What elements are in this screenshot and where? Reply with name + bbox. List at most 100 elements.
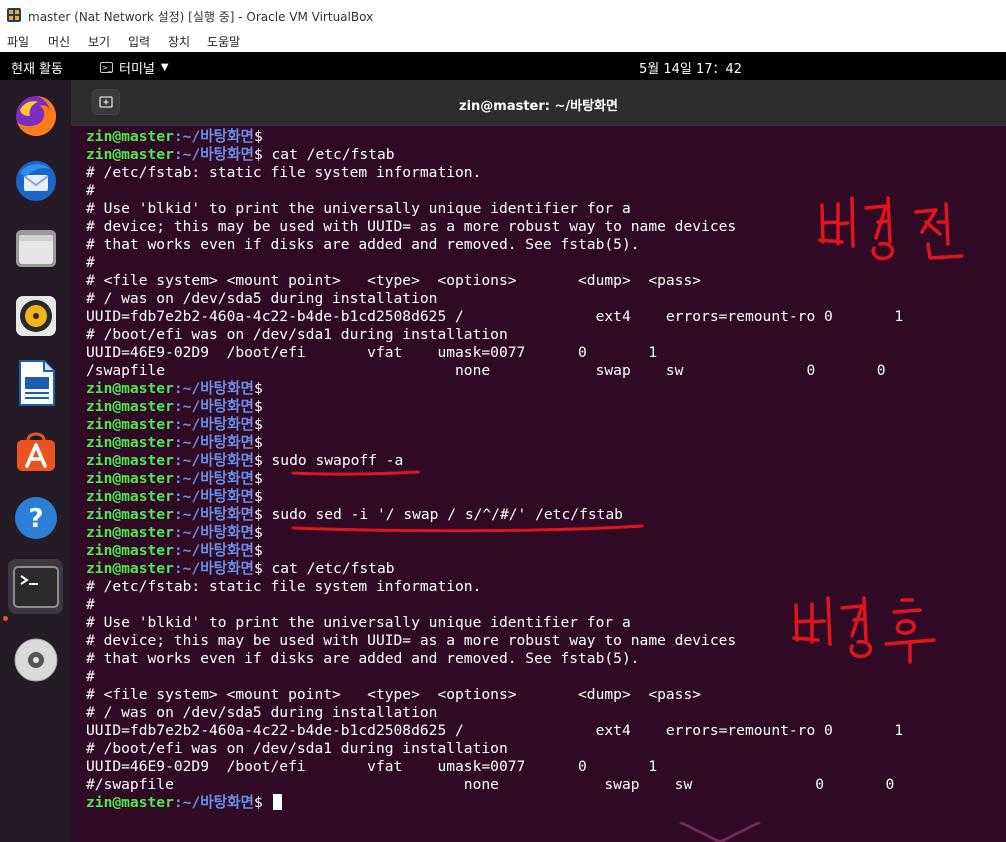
prompt-user: zin@master: [86, 488, 174, 505]
command-text: $: [253, 398, 263, 415]
output-text: # /etc/fstab: static file system informa…: [86, 164, 482, 181]
thunderbird-icon: [15, 160, 56, 201]
command-text: $ cat /etc/fstab: [253, 560, 395, 577]
menu-help[interactable]: 도움말: [207, 33, 240, 50]
output-line: # Use 'blkid' to print the universally u…: [86, 614, 631, 632]
dock-thunderbird[interactable]: [8, 153, 63, 208]
prompt-line: zin@master:~/바탕화면$: [86, 380, 263, 398]
menu-devices[interactable]: 장치: [168, 33, 190, 50]
svg-text:?: ?: [28, 504, 43, 534]
prompt-line: zin@master:~/바탕화면$ sudo swapoff -a: [86, 452, 403, 470]
dock-software[interactable]: [8, 423, 63, 478]
command-text: $: [253, 380, 263, 397]
terminal-icon: [12, 565, 59, 608]
command-text: $: [253, 434, 263, 451]
menu-input[interactable]: 입력: [128, 33, 150, 50]
output-text: UUID=46E9-02D9 /boot/efi vfat umask=0077…: [86, 344, 658, 361]
dvd-icon: [14, 638, 57, 681]
prompt-path: :~/바탕화면: [173, 488, 254, 505]
dock-firefox[interactable]: [8, 88, 63, 143]
output-line: UUID=fdb7e2b2-460a-4c22-b4de-b1cd2508d62…: [86, 308, 903, 326]
software-center-icon: [16, 432, 55, 471]
dock-dvd[interactable]: [8, 632, 63, 687]
output-line: # /etc/fstab: static file system informa…: [86, 578, 481, 596]
prompt-path: :~/바탕화면: [173, 434, 254, 451]
output-line: # /boot/efi was on /dev/sda1 during inst…: [86, 326, 508, 344]
output-line: #: [86, 596, 95, 614]
libreoffice-writer-icon: [18, 359, 55, 406]
output-line: # that works even if disks are added and…: [86, 650, 640, 668]
output-line: # that works even if disks are added and…: [86, 236, 640, 254]
wallpaper-shape: [679, 822, 761, 842]
output-line: # <file system> <mount point> <type> <op…: [86, 686, 701, 704]
prompt-user: zin@master: [86, 398, 174, 415]
menu-machine[interactable]: 머신: [48, 33, 70, 50]
prompt-path: :~/바탕화면: [173, 560, 254, 577]
prompt-path: :~/바탕화면: [173, 794, 254, 811]
output-line: UUID=fdb7e2b2-460a-4c22-b4de-b1cd2508d62…: [86, 722, 903, 740]
prompt-path: :~/바탕화면: [173, 416, 254, 433]
output-line: # /etc/fstab: static file system informa…: [86, 164, 481, 182]
output-text: # /boot/efi was on /dev/sda1 during inst…: [86, 326, 508, 343]
prompt-path: :~/바탕화면: [173, 524, 254, 541]
terminal-body[interactable]: zin@master:~/바탕화면$ zin@master:~/바탕화면$ cat…: [71, 126, 1006, 842]
prompt-line: zin@master:~/바탕화면$: [86, 398, 263, 416]
prompt-user: zin@master: [86, 542, 174, 559]
output-text: /swapfile none swap sw 0 0: [86, 362, 886, 379]
dock-files[interactable]: [8, 220, 63, 275]
menu-file[interactable]: 파일: [7, 33, 29, 50]
running-indicator: [3, 616, 8, 621]
prompt-user: zin@master: [86, 560, 174, 577]
dock-rhythmbox[interactable]: [8, 288, 63, 343]
dock-help[interactable]: ?: [8, 490, 63, 545]
command-text: $: [253, 488, 263, 505]
prompt-line: zin@master:~/바탕화면$ cat /etc/fstab: [86, 560, 395, 578]
prompt-path: :~/바탕화면: [173, 146, 254, 163]
command-text: $: [253, 470, 263, 487]
terminal-title: zin@master: ~/바탕화면: [459, 99, 618, 114]
prompt-line: zin@master:~/바탕화면$: [86, 434, 263, 452]
prompt-user: zin@master: [86, 452, 174, 469]
terminal-window: zin@master: ~/바탕화면 zin@master:~/바탕화면$ zin…: [71, 80, 1006, 842]
help-icon: ?: [14, 496, 57, 539]
output-line: #: [86, 182, 95, 200]
prompt-line: zin@master:~/바탕화면$: [86, 542, 263, 560]
guest-screen: 현재 활동 >_ 터미널 ▼ 5월 14일 17：42 ? zin@master…: [0, 52, 1006, 842]
output-text: # that works even if disks are added and…: [86, 236, 640, 253]
terminal-headerbar: zin@master: ~/바탕화면: [71, 80, 1006, 126]
command-text: $ sudo swapoff -a: [253, 452, 404, 469]
prompt-user: zin@master: [86, 416, 174, 433]
command-text: $: [253, 542, 263, 559]
output-text: #: [86, 596, 95, 613]
dock-terminal[interactable]: [8, 559, 63, 614]
clock[interactable]: 5월 14일 17：42: [639, 58, 742, 77]
output-line: #/swapfile none swap sw 0 0: [86, 776, 894, 794]
output-text: # /etc/fstab: static file system informa…: [86, 578, 482, 595]
command-text: $ cat /etc/fstab: [253, 146, 395, 163]
output-line: # device; this may be used with UUID= as…: [86, 218, 736, 236]
menu-view[interactable]: 보기: [88, 33, 110, 50]
prompt-line: zin@master:~/바탕화면$: [86, 524, 263, 542]
prompt-path: :~/바탕화면: [173, 542, 254, 559]
output-text: # Use 'blkid' to print the universally u…: [86, 614, 631, 631]
terminal-small-icon: >_: [100, 62, 113, 73]
dock-writer[interactable]: [8, 355, 63, 410]
prompt-path: :~/바탕화면: [173, 470, 254, 487]
app-menu[interactable]: >_ 터미널 ▼: [100, 58, 169, 77]
prompt-line: zin@master:~/바탕화면$: [86, 416, 263, 434]
output-text: #: [86, 182, 95, 199]
prompt-user: zin@master: [86, 794, 174, 811]
prompt-line: zin@master:~/바탕화면$: [86, 794, 282, 812]
command-text: $: [253, 794, 272, 811]
prompt-user: zin@master: [86, 524, 174, 541]
output-text: # Use 'blkid' to print the universally u…: [86, 200, 631, 217]
output-line: # / was on /dev/sda5 during installation: [86, 290, 437, 308]
output-text: #/swapfile none swap sw 0 0: [86, 776, 895, 793]
output-line: # Use 'blkid' to print the universally u…: [86, 200, 631, 218]
output-text: #: [86, 254, 95, 271]
output-text: # / was on /dev/sda5 during installation: [86, 290, 438, 307]
prompt-line: zin@master:~/바탕화면$: [86, 128, 263, 146]
activities-button[interactable]: 현재 활동: [11, 58, 63, 77]
output-text: # <file system> <mount point> <type> <op…: [86, 272, 702, 289]
gnome-top-bar: 현재 활동 >_ 터미널 ▼ 5월 14일 17：42: [0, 52, 1006, 80]
